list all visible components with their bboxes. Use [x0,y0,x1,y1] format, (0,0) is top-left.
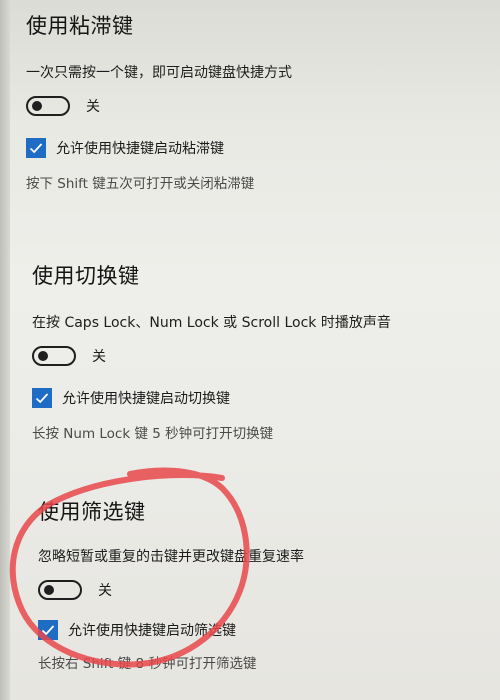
filter-keys-description: 忽略短暂或重复的击键并更改键盘重复速率 [38,549,304,565]
sticky-keys-shortcut-label: 允许使用快捷键启动粘滞键 [56,141,224,157]
filter-keys-toggle-state: 关 [98,583,112,599]
sticky-keys-shortcut-row: 允许使用快捷键启动粘滞键 [26,138,490,158]
screen-edge [0,0,10,700]
checkmark-icon [41,625,55,636]
toggle-keys-title: 使用切换键 [32,264,140,288]
toggle-keys-shortcut-checkbox[interactable] [32,388,52,408]
sticky-keys-title: 使用粘滞键 [26,14,134,38]
filter-keys-shortcut-row: 允许使用快捷键启动筛选键 [38,620,490,640]
toggle-keys-toggle-state: 关 [92,349,106,365]
toggle-keys-toggle-row: 关 [32,346,490,366]
filter-keys-title: 使用筛选键 [38,500,146,524]
sticky-keys-shortcut-checkbox[interactable] [26,138,46,158]
sticky-keys-toggle-row: 关 [26,96,490,116]
filter-keys-shortcut-label: 允许使用快捷键启动筛选键 [68,623,236,639]
toggle-knob [38,351,48,361]
toggle-keys-section: 使用切换键 在按 Caps Lock、Num Lock 或 Scroll Loc… [32,260,490,442]
checkmark-icon [29,143,43,154]
toggle-keys-shortcut-row: 允许使用快捷键启动切换键 [32,388,490,408]
toggle-knob [44,585,54,595]
sticky-keys-hint: 按下 Shift 键五次可打开或关闭粘滞键 [26,176,255,192]
toggle-keys-shortcut-label: 允许使用快捷键启动切换键 [62,391,230,407]
sticky-keys-description: 一次只需按一个键，即可启动键盘快捷方式 [26,65,292,81]
sticky-keys-toggle-state: 关 [86,99,100,115]
toggle-knob [32,101,42,111]
toggle-keys-toggle[interactable] [32,346,76,366]
filter-keys-toggle-row: 关 [38,580,490,600]
filter-keys-shortcut-checkbox[interactable] [38,620,58,640]
filter-keys-hint: 长按右 Shift 键 8 秒钟可打开筛选键 [38,656,257,672]
toggle-keys-description: 在按 Caps Lock、Num Lock 或 Scroll Lock 时播放声… [32,315,391,331]
toggle-keys-hint: 长按 Num Lock 键 5 秒钟可打开切换键 [32,426,274,442]
sticky-keys-section: 使用粘滞键 一次只需按一个键，即可启动键盘快捷方式 关 允许使用快捷键启动粘滞键… [26,10,490,192]
checkmark-icon [35,393,49,404]
sticky-keys-toggle[interactable] [26,96,70,116]
filter-keys-section: 使用筛选键 忽略短暂或重复的击键并更改键盘重复速率 关 允许使用快捷键启动筛选键… [38,496,490,672]
filter-keys-toggle[interactable] [38,580,82,600]
